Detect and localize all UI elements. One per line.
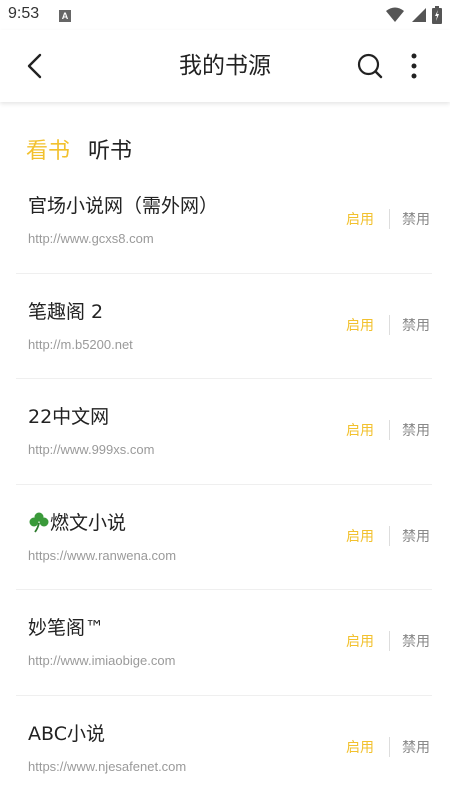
divider [389,525,390,546]
divider [389,209,390,229]
disable-button[interactable]: 禁用 [402,316,430,336]
enable-button[interactable]: 启用 [346,210,374,230]
enable-button[interactable]: 启用 [346,738,374,758]
source-row: 妙笔阁™ http://www.imiaobige.com 启用 禁用 [0,590,450,696]
clover-icon [29,512,49,533]
enable-button[interactable]: 启用 [346,421,374,441]
search-icon[interactable] [356,52,384,80]
notification-icon: A [59,10,71,22]
source-row: 22中文网 http://www.999xs.com 启用 禁用 [0,379,450,485]
source-row: ABC小说 https://www.njesafenet.com 启用 禁用 [0,696,450,802]
source-name: ABC小说 [28,722,105,745]
tab-bar: 看书 听书 [26,136,132,168]
source-url: https://www.ranwena.com [28,547,177,563]
source-name: 22中文网 [28,406,110,429]
source-row: 笔趣阁 2 http://m.b5200.net 启用 禁用 [0,274,450,380]
app-bar: 我的书源 [0,30,450,102]
source-name: 妙笔阁™ [28,617,105,640]
enable-button[interactable]: 启用 [346,316,374,336]
source-url: http://www.imiaobige.com [28,653,176,669]
source-name: 官场小说网（需外网） [28,195,219,217]
disable-button[interactable]: 禁用 [402,421,430,441]
divider [389,314,390,335]
battery-icon [432,6,442,24]
more-vert-icon[interactable] [402,52,426,80]
source-url: http://www.gcxs8.com [28,231,154,246]
source-name: 笔趣阁 2 [28,300,104,323]
divider [389,420,390,441]
enable-button[interactable]: 启用 [346,632,374,652]
status-time: 9:53 [8,5,40,22]
enable-button[interactable]: 启用 [346,527,374,547]
source-name: 燃文小说 [50,511,127,534]
source-name-wrap: 燃文小说 [28,510,126,536]
source-list: 官场小说网（需外网） http://www.gcxs8.com 启用 禁用 笔趣… [0,168,450,802]
divider [389,631,390,652]
divider [389,736,390,757]
tab-listen-books[interactable]: 听书 [88,136,132,168]
tab-read-books[interactable]: 看书 [26,136,70,168]
status-icons [386,6,442,24]
source-url: https://www.njesafenet.com [28,758,187,774]
disable-button[interactable]: 禁用 [402,738,430,758]
source-row: 燃文小说 https://www.ranwena.com 启用 禁用 [0,485,450,591]
disable-button[interactable]: 禁用 [402,632,430,652]
wifi-icon [386,7,404,22]
source-url: http://www.999xs.com [28,442,155,458]
signal-icon [412,8,426,22]
source-row: 官场小说网（需外网） http://www.gcxs8.com 启用 禁用 [0,168,450,274]
disable-button[interactable]: 禁用 [402,210,430,230]
disable-button[interactable]: 禁用 [402,527,430,547]
source-url: http://m.b5200.net [28,336,133,352]
status-bar: 9:53 A [0,0,450,30]
